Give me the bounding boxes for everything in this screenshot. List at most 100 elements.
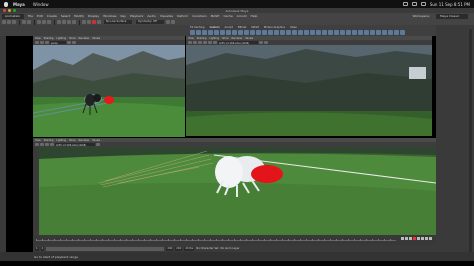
camera-field[interactable]: persp <box>50 41 66 45</box>
isolate-icon[interactable] <box>259 41 263 44</box>
snap-surface-icon[interactable] <box>72 20 76 24</box>
wifi-icon[interactable] <box>411 2 417 6</box>
open-scene-icon[interactable] <box>7 20 11 24</box>
shelf-tool-icon[interactable] <box>274 30 279 35</box>
wireframe-icon[interactable] <box>193 41 197 44</box>
menu-set-dropdown[interactable]: Animation <box>2 13 24 19</box>
go-to-start-icon[interactable] <box>401 237 404 240</box>
menu-constrain[interactable]: Constrain <box>192 14 206 18</box>
menu-select[interactable]: Select <box>61 14 70 18</box>
shelf-tool-icon[interactable] <box>400 30 405 35</box>
shelf-tool-icon[interactable] <box>298 30 303 35</box>
search-icon[interactable] <box>420 2 426 6</box>
arnold-render-icon[interactable] <box>92 20 96 24</box>
shelf-tab-custom[interactable]: Custom <box>210 26 220 29</box>
range-slider-bar[interactable] <box>46 246 165 251</box>
close-window-button[interactable] <box>3 9 6 12</box>
shelf-tool-icon[interactable] <box>256 30 261 35</box>
shadows-icon[interactable] <box>213 41 217 44</box>
go-to-end-icon[interactable] <box>429 237 432 240</box>
snap-grid-icon[interactable] <box>57 20 61 24</box>
isolate-icon[interactable] <box>67 41 71 44</box>
symmetry-dropdown[interactable]: Symmetry: Off <box>136 20 164 24</box>
modeling-toolkit-icon[interactable] <box>166 20 170 24</box>
menu-windows[interactable]: Windows <box>103 14 116 18</box>
step-forward-frame-icon[interactable] <box>421 237 424 240</box>
shelf-tool-icon[interactable] <box>382 30 387 35</box>
panel-menu-shading[interactable]: Shading <box>44 37 54 40</box>
shelf-tool-icon[interactable] <box>364 30 369 35</box>
xray-icon[interactable] <box>264 41 268 44</box>
select-hierarchy-icon[interactable] <box>37 20 41 24</box>
panel-menu-shading[interactable]: Shading <box>197 37 207 40</box>
battery-icon[interactable] <box>402 2 408 6</box>
shelf-tool-icon[interactable] <box>244 30 249 35</box>
shelf-tool-icon[interactable] <box>262 30 267 35</box>
panel-menu-panels[interactable]: Panels <box>92 139 100 142</box>
mac-clock[interactable]: Sun 11 Sep 8:51 PM <box>430 2 470 7</box>
shelf-tool-icon[interactable] <box>220 30 225 35</box>
panel-menu-renderer[interactable]: Renderer <box>79 37 90 40</box>
panel-menu-shading[interactable]: Shading <box>44 139 54 142</box>
shelf-tool-icon[interactable] <box>340 30 345 35</box>
undo-icon[interactable] <box>22 20 26 24</box>
character-set-dropdown[interactable]: No Character Set <box>196 247 218 250</box>
panel-menu-renderer[interactable]: Renderer <box>79 139 90 142</box>
texture-icon[interactable] <box>203 41 207 44</box>
save-scene-icon[interactable] <box>12 20 16 24</box>
camera-icon[interactable] <box>35 143 39 146</box>
smooth-shade-icon[interactable] <box>45 143 49 146</box>
shelf-tab-mash[interactable]: MASH <box>251 26 259 29</box>
new-scene-icon[interactable] <box>2 20 6 24</box>
shelf-tab-arnold[interactable]: Arnold <box>225 26 233 29</box>
time-slider-ruler[interactable] <box>36 236 396 241</box>
texture-icon[interactable] <box>50 143 54 146</box>
shelf-tab-xgen[interactable]: XGen <box>290 26 297 29</box>
xray-icon[interactable] <box>72 41 76 44</box>
view-cube-icon[interactable] <box>409 67 426 79</box>
menu-create[interactable]: Create <box>47 14 57 18</box>
menu-cache[interactable]: Cache <box>223 14 232 18</box>
viewport-persp[interactable] <box>33 45 185 137</box>
panel-menu-renderer[interactable]: Renderer <box>232 37 243 40</box>
time-slider[interactable] <box>33 235 436 245</box>
play-backwards-icon[interactable] <box>413 237 416 240</box>
shelf-tool-icon[interactable] <box>376 30 381 35</box>
ipr-render-icon[interactable] <box>87 20 91 24</box>
shelf-tool-icon[interactable] <box>322 30 327 35</box>
shelf-tab-bifrost[interactable]: Bifrost <box>238 26 246 29</box>
menu-help[interactable]: Help <box>251 14 258 18</box>
shelf-tool-icon[interactable] <box>292 30 297 35</box>
menu-visualize[interactable]: Visualize <box>160 14 173 18</box>
shelf-tool-icon[interactable] <box>304 30 309 35</box>
select-component-icon[interactable] <box>47 20 51 24</box>
menu-deform[interactable]: Deform <box>177 14 188 18</box>
smooth-shade-icon[interactable] <box>198 41 202 44</box>
play-forwards-icon[interactable] <box>417 237 420 240</box>
panel-menu-view[interactable]: View <box>188 37 194 40</box>
fps-dropdown[interactable]: 24 fps <box>184 246 195 251</box>
mac-menu-app[interactable]: Maya <box>13 2 25 7</box>
shelf-tool-icon[interactable] <box>202 30 207 35</box>
shelf-tool-icon[interactable] <box>316 30 321 35</box>
shelf-tool-icon[interactable] <box>226 30 231 35</box>
redo-icon[interactable] <box>27 20 31 24</box>
menu-key[interactable]: Key <box>121 14 126 18</box>
shelf-tool-icon[interactable] <box>394 30 399 35</box>
menu-display[interactable]: Display <box>88 14 99 18</box>
shelf-tool-icon[interactable] <box>334 30 339 35</box>
viewport-camera[interactable] <box>186 45 432 136</box>
zoom-window-button[interactable] <box>13 9 16 12</box>
panel-menu-view[interactable]: View <box>35 37 41 40</box>
animation-end-field[interactable]: 240 <box>175 246 183 251</box>
menu-edit[interactable]: Edit <box>37 14 43 18</box>
playback-start-field[interactable]: 1 <box>40 246 45 251</box>
wireframe-icon[interactable] <box>40 143 44 146</box>
shelf-tool-icon[interactable] <box>358 30 363 35</box>
shelf-tool-icon[interactable] <box>190 30 195 35</box>
shelf-tool-icon[interactable] <box>286 30 291 35</box>
panel-menu-view[interactable]: View <box>35 139 41 142</box>
menu-audio[interactable]: Audio <box>147 14 156 18</box>
animation-start-field[interactable]: 1 <box>35 246 39 251</box>
render-settings-icon[interactable] <box>97 20 101 24</box>
